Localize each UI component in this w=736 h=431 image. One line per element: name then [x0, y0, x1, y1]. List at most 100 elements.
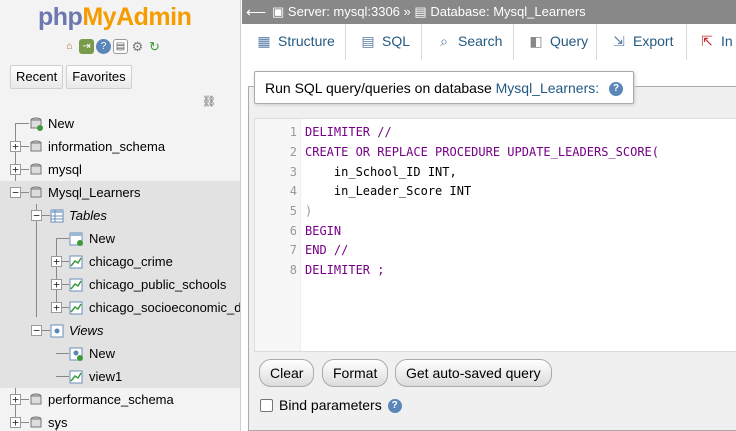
views-icon [50, 324, 64, 338]
tree-item-new[interactable]: New [0, 112, 240, 135]
import-icon: ⇱ [701, 33, 713, 49]
breadcrumb-bar: ⟵ ▣ Server: mysql:3306 » ▤ Database: Mys… [242, 0, 736, 24]
line-number: 1 [289, 125, 297, 139]
nav-tabs: Recent Favorites [10, 65, 132, 89]
legend-database-link[interactable]: Mysql_Learners: [496, 80, 600, 96]
search-icon: ⌕ [440, 33, 448, 49]
breadcrumb-separator: » [403, 4, 411, 19]
structure-icon: ▦ [257, 33, 271, 49]
tables-icon [50, 209, 64, 223]
tree-item-new-view[interactable]: New [0, 342, 240, 365]
recent-tab[interactable]: Recent [10, 65, 64, 89]
exit-icon[interactable]: ⇥ [79, 39, 94, 54]
line-number-gutter: 1 2 3 4 5 6 7 8 [255, 119, 301, 351]
bind-parameters-row: Bind parameters? [260, 396, 402, 414]
code-line: CREATE OR REPLACE PROCEDURE UPDATE_LEADE… [305, 145, 660, 159]
clear-button[interactable]: Clear [259, 359, 315, 387]
database-icon [30, 163, 42, 175]
database-icon: ▤ [414, 4, 427, 19]
line-number: 7 [289, 243, 297, 257]
expand-icon[interactable]: + [10, 394, 21, 405]
tree-item-table[interactable]: + chicago_socioeconomic_d [0, 296, 240, 319]
tree-item-information-schema[interactable]: + information_schema [0, 135, 240, 158]
tree-item-views[interactable]: − Views [0, 319, 240, 342]
tree-item-sys[interactable]: + sys [0, 411, 240, 431]
tree-item-table[interactable]: + chicago_public_schools [0, 273, 240, 296]
bind-parameters-checkbox[interactable] [260, 399, 273, 412]
bind-parameters-label: Bind parameters [279, 397, 382, 413]
reload-icon[interactable]: ↻ [147, 39, 162, 54]
navigation-panel: phpMyAdmin ⌂ ⇥ ? ▤ ⚙ ↻ Recent Favorites … [0, 0, 241, 431]
docs-icon[interactable]: ▤ [113, 39, 128, 54]
expand-icon[interactable]: + [51, 302, 62, 313]
database-icon [30, 416, 42, 428]
code-line: DELIMITER ; [305, 263, 385, 277]
favorites-tab[interactable]: Favorites [66, 65, 132, 89]
tree-item-tables[interactable]: − Tables [0, 204, 240, 227]
tree-item-table[interactable]: + chicago_crime [0, 250, 240, 273]
sql-panel-legend: Run SQL query/queries on database Mysql_… [254, 71, 635, 104]
code-line: in_Leader_Score INT [305, 184, 472, 198]
collapse-icon[interactable]: − [31, 325, 42, 336]
breadcrumb-database[interactable]: Database: Mysql_Learners [430, 4, 585, 19]
line-number: 3 [289, 165, 297, 179]
settings-icon[interactable]: ⚙ [130, 39, 145, 54]
tab-search[interactable]: ⌕ Search [422, 24, 514, 60]
line-number: 4 [289, 184, 297, 198]
main-tabs: ▦ Structure ▤ SQL ⌕ Search ◧ Query ⇲ Export ⇱… [242, 24, 736, 60]
tab-sql[interactable]: ▤ SQL [346, 24, 422, 60]
line-number: 6 [289, 224, 297, 238]
tree-item-new-table[interactable]: New [0, 227, 240, 250]
link-with-main-icon[interactable]: ⛓ [202, 95, 216, 108]
help-icon[interactable]: ? [96, 39, 111, 54]
code-line: BEGIN [305, 224, 342, 238]
new-table-icon [69, 232, 83, 246]
database-tree: New + information_schema + mysql − Mysql… [0, 112, 240, 431]
main-panel: ⟵ ▣ Server: mysql:3306 » ▤ Database: Mys… [242, 0, 736, 431]
code-line: in_School_ID INT, [305, 165, 457, 179]
new-view-icon [69, 347, 83, 361]
breadcrumb-server[interactable]: Server: mysql:3306 [288, 4, 400, 19]
line-number: 5 [289, 204, 297, 218]
collapse-icon[interactable]: − [10, 187, 21, 198]
expand-icon[interactable]: + [10, 141, 21, 152]
collapse-nav-arrow-icon[interactable]: ⟵ [246, 0, 266, 24]
tab-import[interactable]: ⇱ In [687, 24, 736, 60]
code-line: END // [305, 243, 349, 257]
database-icon [30, 393, 42, 405]
get-autosaved-query-button[interactable]: Get auto-saved query [395, 359, 552, 387]
help-icon[interactable]: ? [609, 82, 624, 97]
table-icon [69, 255, 83, 269]
sql-icon: ▤ [361, 33, 375, 49]
server-icon: ▣ [272, 4, 285, 19]
table-icon [69, 301, 83, 315]
export-icon: ⇲ [613, 33, 625, 49]
tree-item-performance-schema[interactable]: + performance_schema [0, 388, 240, 411]
home-icon[interactable]: ⌂ [62, 39, 77, 54]
line-number: 8 [289, 263, 297, 277]
expand-icon[interactable]: + [10, 417, 21, 428]
tree-item-mysql[interactable]: + mysql [0, 158, 240, 181]
expand-icon[interactable]: + [51, 256, 62, 267]
breadcrumb: ▣ Server: mysql:3306 » ▤ Database: Mysql… [272, 0, 586, 24]
query-icon: ◧ [529, 33, 543, 49]
tab-export[interactable]: ⇲ Export [597, 24, 687, 60]
view-icon [69, 370, 83, 384]
tree-item-mysql-learners[interactable]: − Mysql_Learners [0, 181, 240, 204]
collapse-icon[interactable]: − [31, 210, 42, 221]
tab-structure[interactable]: ▦ Structure [242, 24, 346, 60]
expand-icon[interactable]: + [51, 279, 62, 290]
code-line: ) [305, 204, 313, 218]
tab-query[interactable]: ◧ Query [514, 24, 597, 60]
code-line: DELIMITER // [305, 125, 392, 139]
help-icon[interactable]: ? [387, 399, 402, 414]
sql-editor[interactable]: 1 2 3 4 5 6 7 8 DELIMITER // CREATE OR R… [254, 118, 736, 352]
nav-icon-bar: ⌂ ⇥ ? ▤ ⚙ ↻ [62, 39, 162, 54]
database-icon [30, 140, 42, 152]
phpmyadmin-logo[interactable]: phpMyAdmin [38, 3, 192, 32]
format-button[interactable]: Format [322, 359, 389, 387]
expand-icon[interactable]: + [10, 164, 21, 175]
database-icon [30, 186, 42, 198]
tree-item-view[interactable]: view1 [0, 365, 240, 388]
table-icon [69, 278, 83, 292]
